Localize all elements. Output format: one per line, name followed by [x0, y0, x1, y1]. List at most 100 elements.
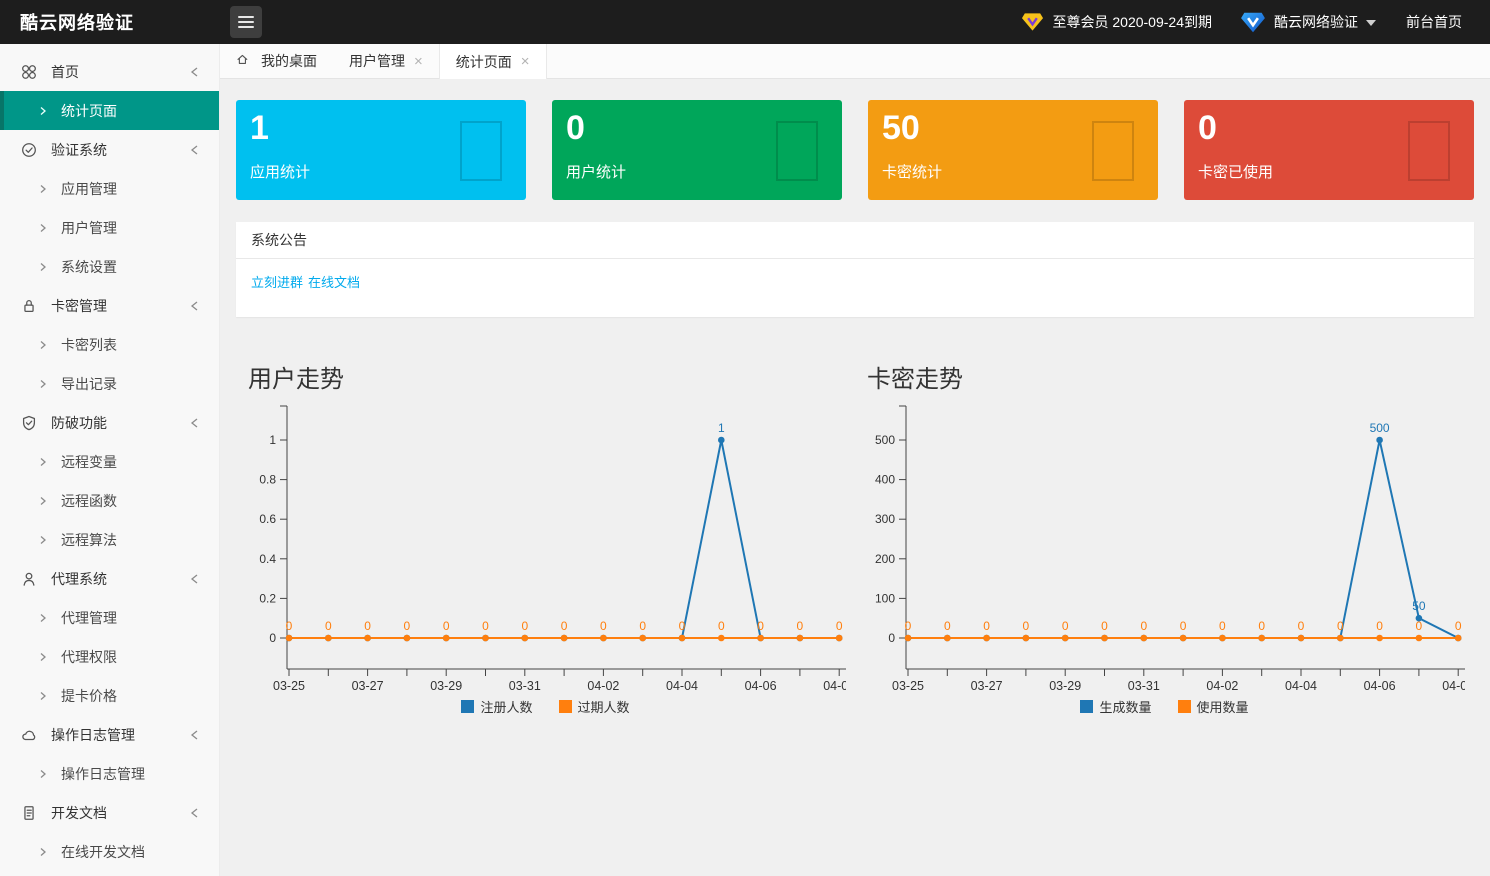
data-point	[443, 635, 450, 642]
sidebar-subitem-online-dev-docs[interactable]: 在线开发文档	[0, 832, 219, 871]
sidebar-subitem-remote-algorithms[interactable]: 远程算法	[0, 520, 219, 559]
online-docs-link[interactable]: 在线文档	[308, 275, 360, 290]
svg-text:500: 500	[875, 433, 895, 447]
data-point	[1258, 635, 1265, 642]
svg-text:0: 0	[1337, 619, 1344, 633]
svg-text:0: 0	[600, 619, 607, 633]
user-stat-card: 0用户统计	[552, 100, 842, 200]
svg-text:0: 0	[757, 619, 764, 633]
legend-swatch	[1080, 700, 1093, 713]
announcement-title: 系统公告	[236, 222, 1474, 259]
sidebar-subitem-remote-functions[interactable]: 远程函数	[0, 481, 219, 520]
data-point	[836, 635, 843, 642]
legend-swatch	[461, 700, 474, 713]
sidebar-item-dev-docs[interactable]: 开发文档	[0, 793, 219, 832]
sidebar-item-label: 开发文档	[51, 803, 189, 823]
sidebar-item-verify-system[interactable]: 验证系统	[0, 130, 219, 169]
sidebar-toggle-button[interactable]	[230, 6, 262, 38]
sidebar-subitem-user-management[interactable]: 用户管理	[0, 208, 219, 247]
svg-text:04-06: 04-06	[1364, 679, 1396, 693]
card-key-used-card: 0卡密已使用	[1184, 100, 1474, 200]
svg-text:0: 0	[1455, 619, 1462, 633]
arrow-right-icon	[38, 262, 48, 272]
sidebar-subitem-export-records[interactable]: 导出记录	[0, 364, 219, 403]
svg-text:03-27: 03-27	[971, 679, 1003, 693]
data-point	[1298, 635, 1305, 642]
legend-label: 生成数量	[1099, 697, 1151, 716]
svg-text:0: 0	[888, 631, 895, 645]
data-point	[639, 635, 646, 642]
sidebar-subitem-label: 应用管理	[61, 179, 117, 199]
sidebar-subitem-agent-permissions[interactable]: 代理权限	[0, 637, 219, 676]
sidebar-item-card-key-management[interactable]: 卡密管理	[0, 286, 219, 325]
svg-text:400: 400	[875, 473, 895, 487]
charts-row: 用户走势00.20.40.60.8103-2503-2703-2903-3104…	[236, 359, 1474, 716]
tab-close-icon[interactable]: ×	[521, 54, 530, 69]
chevron-left-icon	[189, 144, 201, 156]
data-point	[1101, 635, 1108, 642]
legend-label: 注册人数	[480, 697, 532, 716]
user-trend-chart[interactable]: 00.20.40.60.8103-2503-2703-2903-3104-020…	[236, 402, 846, 694]
legend-item[interactable]: 过期人数	[559, 697, 630, 716]
legend-swatch	[1178, 700, 1191, 713]
sidebar-subitem-system-settings[interactable]: 系统设置	[0, 247, 219, 286]
frontend-home-link[interactable]: 前台首页	[1406, 12, 1462, 32]
tab-my-desktop[interactable]: 我的桌面	[220, 44, 333, 78]
tab-label: 我的桌面	[261, 51, 317, 71]
sidebar-item-home[interactable]: 首页	[0, 52, 219, 91]
account-dropdown[interactable]: 酷云网络验证	[1240, 11, 1376, 34]
svg-text:200: 200	[875, 552, 895, 566]
data-point	[797, 635, 804, 642]
tab-user-management[interactable]: 用户管理×	[333, 44, 439, 78]
sidebar-subitem-card-key-list[interactable]: 卡密列表	[0, 325, 219, 364]
arrow-right-icon	[38, 613, 48, 623]
join-group-link[interactable]: 立刻进群	[251, 275, 303, 290]
arrow-right-icon	[38, 769, 48, 779]
tab-statistics-page[interactable]: 统计页面×	[439, 44, 547, 79]
doc-icon	[20, 804, 38, 822]
svg-text:03-29: 03-29	[1049, 679, 1081, 693]
svg-text:04-02: 04-02	[1206, 679, 1238, 693]
sidebar-subitem-operation-log-management[interactable]: 操作日志管理	[0, 754, 219, 793]
sidebar-subitem-label: 用户管理	[61, 218, 117, 238]
chevron-left-icon	[189, 729, 201, 741]
sidebar-item-anti-crack[interactable]: 防破功能	[0, 403, 219, 442]
legend-label: 过期人数	[578, 697, 630, 716]
chevron-left-icon	[189, 417, 201, 429]
sidebar-item-operation-log[interactable]: 操作日志管理	[0, 715, 219, 754]
data-point	[561, 635, 568, 642]
data-point	[522, 635, 529, 642]
data-point	[325, 635, 332, 642]
card-trend-chart[interactable]: 010020030040050003-2503-2703-2903-3104-0…	[855, 402, 1465, 694]
svg-text:0: 0	[944, 619, 951, 633]
sidebar-subitem-card-price[interactable]: 提卡价格	[0, 676, 219, 715]
svg-text:1: 1	[269, 433, 276, 447]
svg-text:04-08: 04-08	[823, 679, 846, 693]
vip-status: 至尊会员 2020-09-24到期	[1021, 12, 1212, 32]
data-point	[679, 635, 686, 642]
sidebar-subitem-app-management[interactable]: 应用管理	[0, 169, 219, 208]
legend-item[interactable]: 注册人数	[461, 697, 532, 716]
arrow-right-icon	[38, 496, 48, 506]
sidebar-subitem-remote-variables[interactable]: 远程变量	[0, 442, 219, 481]
svg-text:0: 0	[1180, 619, 1187, 633]
svg-text:0: 0	[404, 619, 411, 633]
data-point	[600, 635, 607, 642]
sidebar-subitem-label: 远程函数	[61, 491, 117, 511]
missing-glyph-icon	[776, 121, 818, 181]
sidebar-subitem-statistics-page[interactable]: 统计页面	[0, 91, 219, 130]
chevron-down-icon	[1366, 20, 1376, 31]
legend-item[interactable]: 生成数量	[1080, 697, 1151, 716]
sidebar-subitem-label: 代理管理	[61, 608, 117, 628]
sidebar-item-agent-system[interactable]: 代理系统	[0, 559, 219, 598]
svg-text:300: 300	[875, 512, 895, 526]
home-icon	[236, 53, 252, 69]
tab-close-icon[interactable]: ×	[414, 54, 423, 69]
legend-item[interactable]: 使用数量	[1178, 697, 1249, 716]
card-trend-block: 卡密走势010020030040050003-2503-2703-2903-31…	[855, 359, 1474, 716]
svg-text:0: 0	[1298, 619, 1305, 633]
data-point	[1062, 635, 1069, 642]
data-point	[1180, 635, 1187, 642]
legend-label: 使用数量	[1197, 697, 1249, 716]
sidebar-subitem-agent-management[interactable]: 代理管理	[0, 598, 219, 637]
